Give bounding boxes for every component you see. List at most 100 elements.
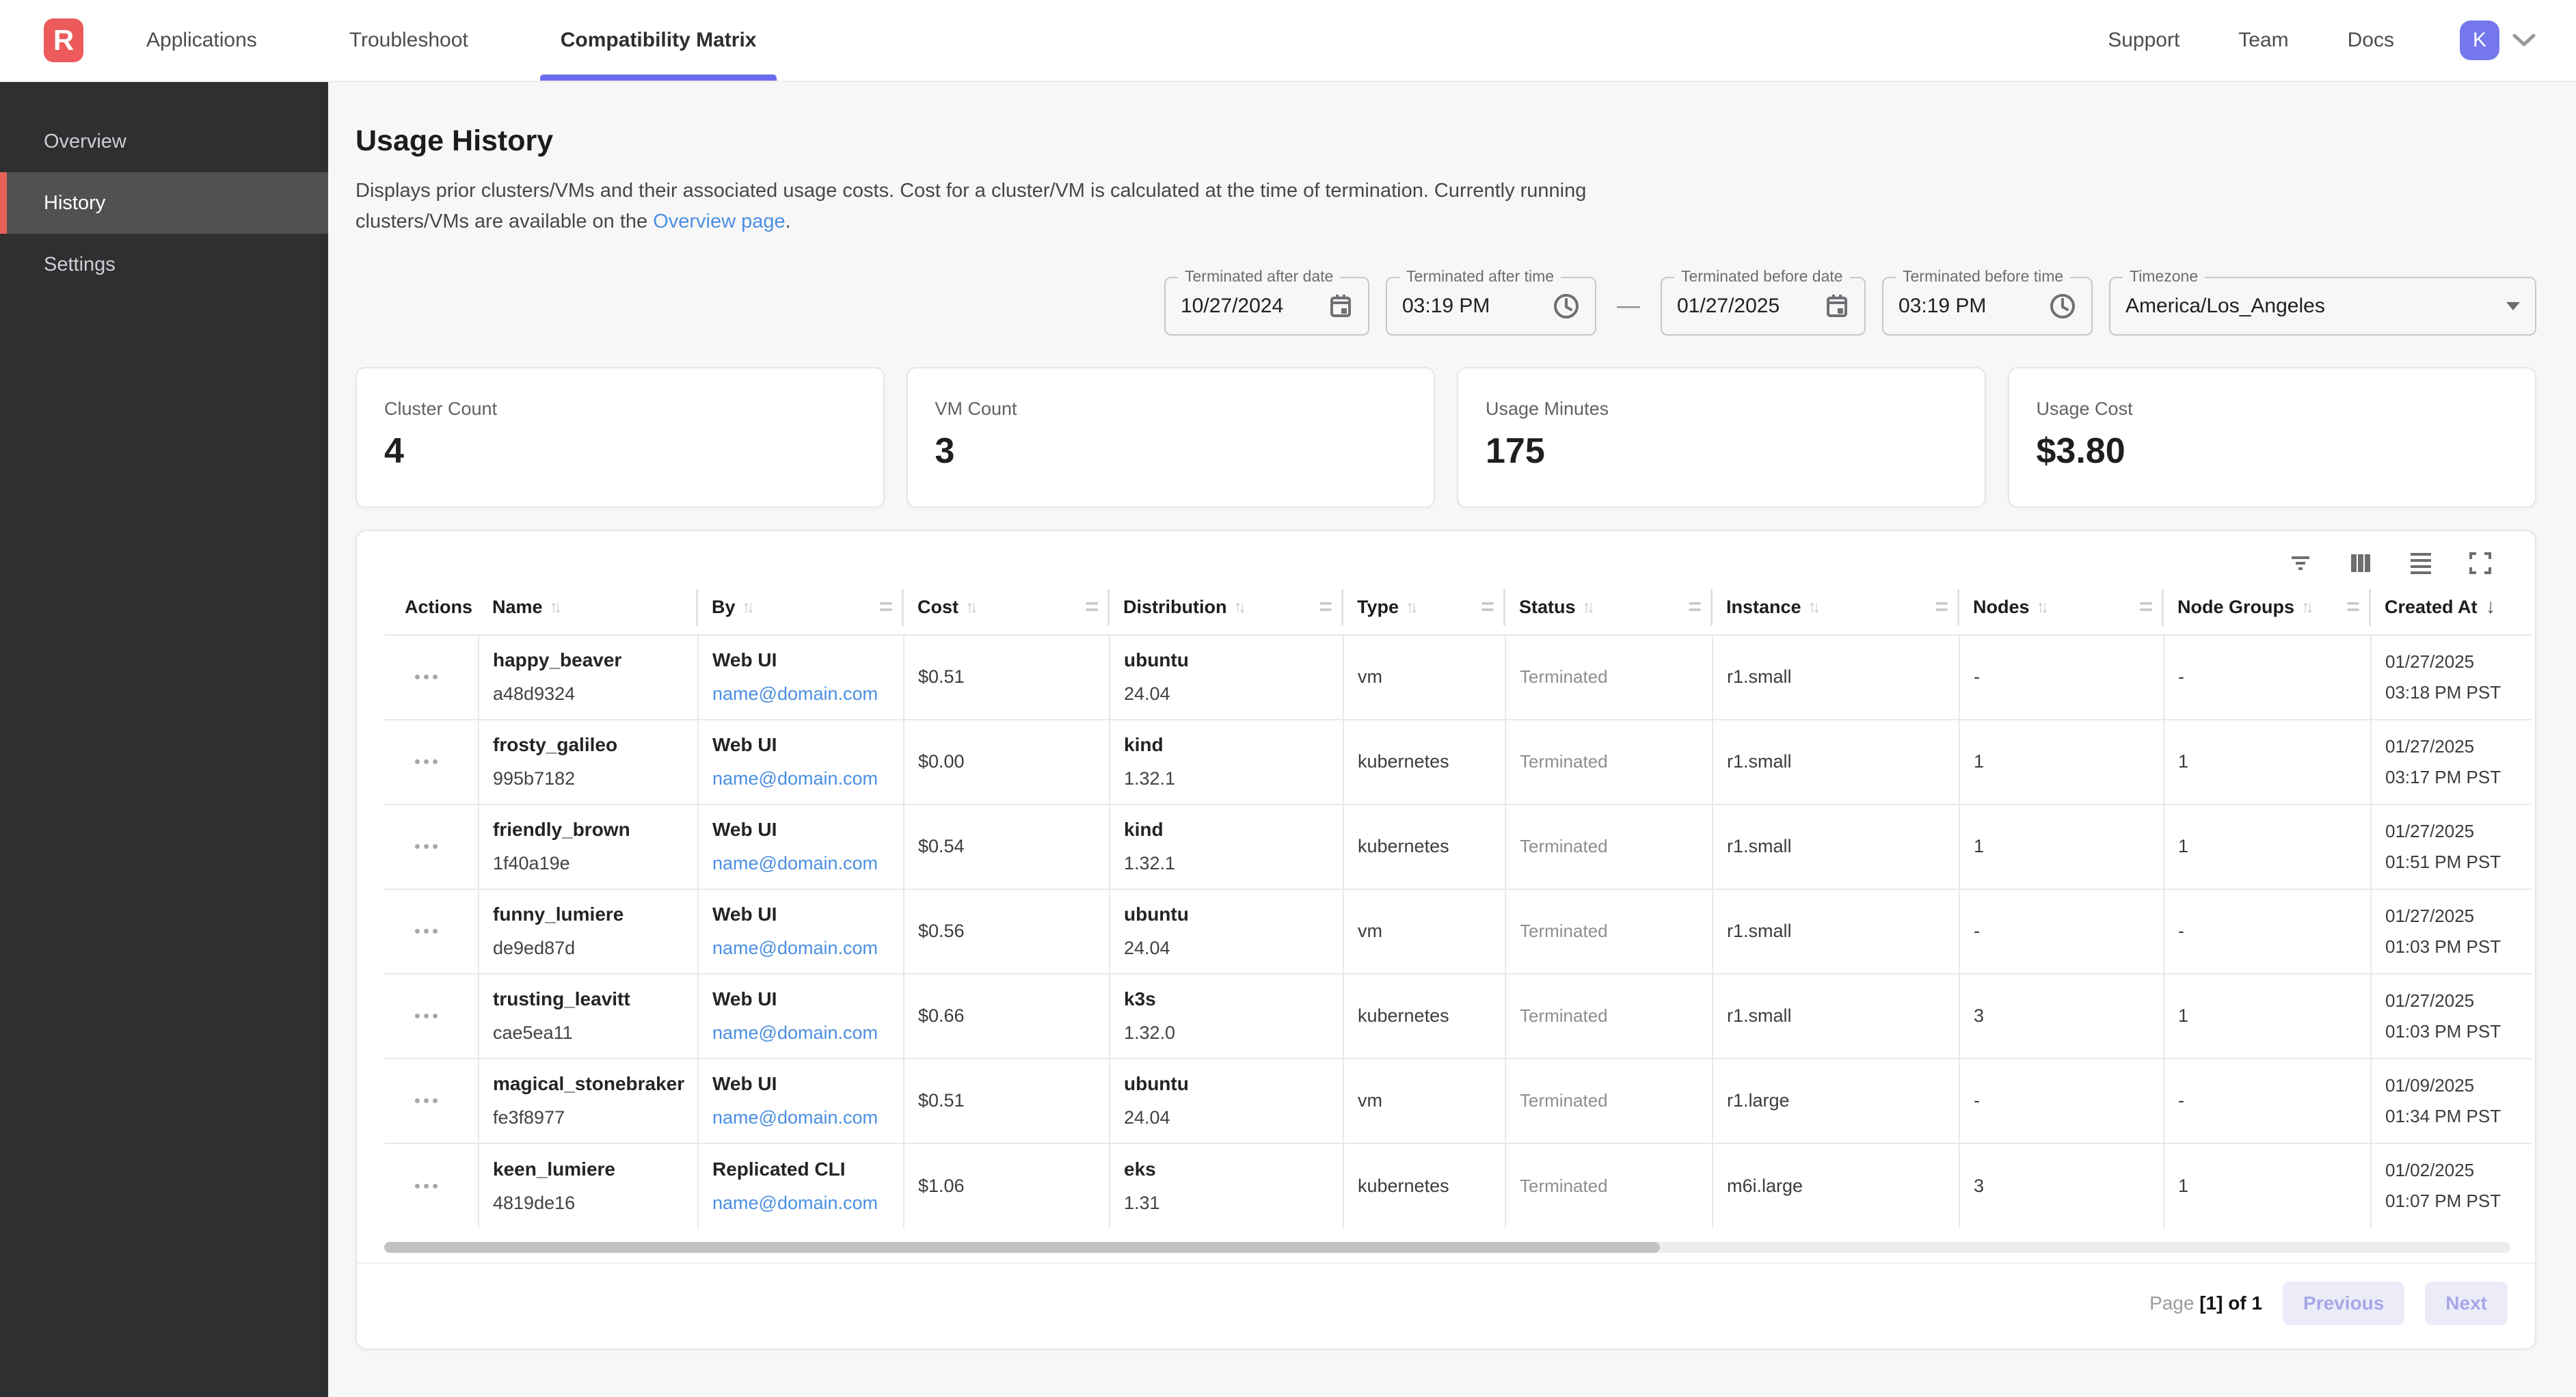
- nav-link-team[interactable]: Team: [2238, 29, 2288, 52]
- column-menu-icon[interactable]: =: [1688, 594, 1702, 621]
- horizontal-scrollbar-thumb[interactable]: [384, 1242, 1660, 1253]
- dropdown-caret-icon[interactable]: [2506, 302, 2520, 310]
- clock-icon[interactable]: [1553, 293, 1580, 320]
- nav-link-support[interactable]: Support: [2108, 29, 2179, 52]
- terminated-after-time-value[interactable]: 03:19 PM: [1402, 295, 1490, 318]
- terminated-before-date-label: Terminated before date: [1674, 267, 1850, 286]
- calendar-icon[interactable]: [1328, 293, 1353, 319]
- column-header-cost[interactable]: Cost↑↓=: [904, 580, 1110, 635]
- column-menu-icon[interactable]: =: [1085, 594, 1099, 621]
- column-header-status[interactable]: Status↑↓=: [1505, 580, 1713, 635]
- tab-applications[interactable]: Applications: [146, 0, 257, 81]
- column-menu-icon[interactable]: =: [1319, 594, 1332, 621]
- terminated-before-time-value[interactable]: 03:19 PM: [1899, 295, 1986, 318]
- nodes-cell: 1: [1959, 720, 2164, 804]
- user-menu[interactable]: K: [2460, 21, 2536, 60]
- column-header-name[interactable]: Name↑↓: [479, 580, 698, 635]
- stat-cards: Cluster Count 4 VM Count 3 Usage Minutes…: [355, 367, 2536, 508]
- sidebar-item-history[interactable]: History: [0, 172, 328, 234]
- row-actions-button[interactable]: •••: [414, 1090, 441, 1111]
- overview-page-link[interactable]: Overview page: [653, 211, 785, 232]
- terminated-before-date-field[interactable]: Terminated before date 01/27/2025: [1661, 277, 1866, 336]
- stat-value: $3.80: [2037, 431, 2508, 472]
- stat-label: VM Count: [935, 398, 1407, 420]
- timezone-select[interactable]: Timezone America/Los_Angeles: [2109, 277, 2536, 336]
- status-badge: Terminated: [1505, 720, 1713, 804]
- filter-icon[interactable]: [2287, 552, 2313, 575]
- column-menu-icon[interactable]: =: [879, 594, 893, 621]
- row-actions-button[interactable]: •••: [414, 666, 441, 687]
- row-actions-button[interactable]: •••: [414, 1005, 441, 1026]
- terminated-after-date-value[interactable]: 10/27/2024: [1181, 295, 1283, 318]
- email-link[interactable]: name@domain.com: [712, 683, 896, 705]
- column-header-distribution[interactable]: Distribution↑↓=: [1110, 580, 1343, 635]
- terminated-before-time-field[interactable]: Terminated before time 03:19 PM: [1882, 277, 2093, 336]
- email-link[interactable]: name@domain.com: [712, 1022, 896, 1044]
- column-header-actions: Actions: [384, 580, 479, 635]
- column-menu-icon[interactable]: =: [2139, 594, 2153, 621]
- created-by: Web UI: [712, 819, 896, 841]
- stat-label: Usage Minutes: [1486, 398, 1957, 420]
- date-range-dash: —: [1613, 293, 1644, 319]
- created-date: 01/27/2025: [2385, 821, 2525, 842]
- distribution: ubuntu: [1124, 1073, 1336, 1095]
- stat-value: 3: [935, 431, 1407, 472]
- email-link[interactable]: name@domain.com: [712, 768, 896, 789]
- replicated-logo[interactable]: R: [44, 18, 83, 62]
- distribution: eks: [1124, 1158, 1336, 1180]
- sidebar-item-overview[interactable]: Overview: [0, 111, 328, 172]
- status-badge: Terminated: [1505, 974, 1713, 1059]
- row-actions-button[interactable]: •••: [414, 751, 441, 772]
- email-link[interactable]: name@domain.com: [712, 1193, 896, 1214]
- nodes-cell: -: [1959, 1059, 2164, 1143]
- column-header-instance[interactable]: Instance↑↓=: [1713, 580, 1959, 635]
- calendar-icon[interactable]: [1825, 293, 1849, 319]
- chevron-down-icon: [2512, 33, 2536, 48]
- terminated-after-date-field[interactable]: Terminated after date 10/27/2024: [1164, 277, 1369, 336]
- terminated-after-time-field[interactable]: Terminated after time 03:19 PM: [1386, 277, 1596, 336]
- sort-icon: ↑↓: [1583, 597, 1596, 617]
- description-period: .: [786, 211, 791, 232]
- stat-label: Usage Cost: [2037, 398, 2508, 420]
- nav-link-docs[interactable]: Docs: [2348, 29, 2394, 52]
- column-header-by[interactable]: By↑↓=: [698, 580, 904, 635]
- tab-compatibility-matrix[interactable]: Compatibility Matrix: [540, 0, 777, 81]
- distribution-version: 1.31: [1124, 1193, 1336, 1214]
- row-actions-button[interactable]: •••: [414, 1176, 441, 1196]
- column-header-node-groups[interactable]: Node Groups↑↓=: [2164, 580, 2371, 635]
- email-link[interactable]: name@domain.com: [712, 938, 896, 959]
- avatar[interactable]: K: [2460, 21, 2499, 60]
- email-link[interactable]: name@domain.com: [712, 1107, 896, 1128]
- next-page-button[interactable]: Next: [2425, 1281, 2508, 1325]
- type-cell: vm: [1343, 889, 1505, 974]
- column-header-type[interactable]: Type↑↓=: [1343, 580, 1505, 635]
- density-icon[interactable]: [2408, 550, 2434, 576]
- columns-icon[interactable]: [2348, 552, 2374, 575]
- previous-page-button[interactable]: Previous: [2283, 1281, 2404, 1325]
- instance-cell: r1.small: [1713, 635, 1959, 720]
- email-link[interactable]: name@domain.com: [712, 853, 896, 874]
- tab-troubleshoot[interactable]: Troubleshoot: [349, 0, 468, 81]
- column-menu-icon[interactable]: =: [1935, 594, 1948, 621]
- column-header-nodes[interactable]: Nodes↑↓=: [1959, 580, 2164, 635]
- terminated-before-date-value[interactable]: 01/27/2025: [1677, 295, 1780, 318]
- created-time: 03:18 PM PST: [2385, 682, 2525, 703]
- row-actions-button[interactable]: •••: [414, 921, 441, 941]
- column-header-created-at[interactable]: Created At↓: [2371, 580, 2532, 635]
- nav-right: Support Team Docs K: [2108, 21, 2536, 60]
- timezone-value[interactable]: America/Los_Angeles: [2125, 295, 2325, 318]
- table-toolbar: [357, 531, 2535, 580]
- row-actions-button[interactable]: •••: [414, 836, 441, 856]
- distribution-version: 24.04: [1124, 938, 1336, 959]
- sidebar-item-settings[interactable]: Settings: [0, 234, 328, 295]
- clock-icon[interactable]: [2049, 293, 2076, 320]
- sort-icon: ↑↓: [1808, 597, 1821, 617]
- column-menu-icon[interactable]: =: [2346, 594, 2360, 621]
- distribution: k3s: [1124, 988, 1336, 1010]
- fullscreen-icon[interactable]: [2468, 551, 2493, 575]
- filter-bar: Terminated after date 10/27/2024 Termina…: [355, 277, 2536, 336]
- column-menu-icon[interactable]: =: [1481, 594, 1494, 621]
- stat-value: 4: [384, 431, 856, 472]
- cluster-id: fe3f8977: [493, 1107, 690, 1128]
- cost-cell: $1.06: [904, 1143, 1110, 1228]
